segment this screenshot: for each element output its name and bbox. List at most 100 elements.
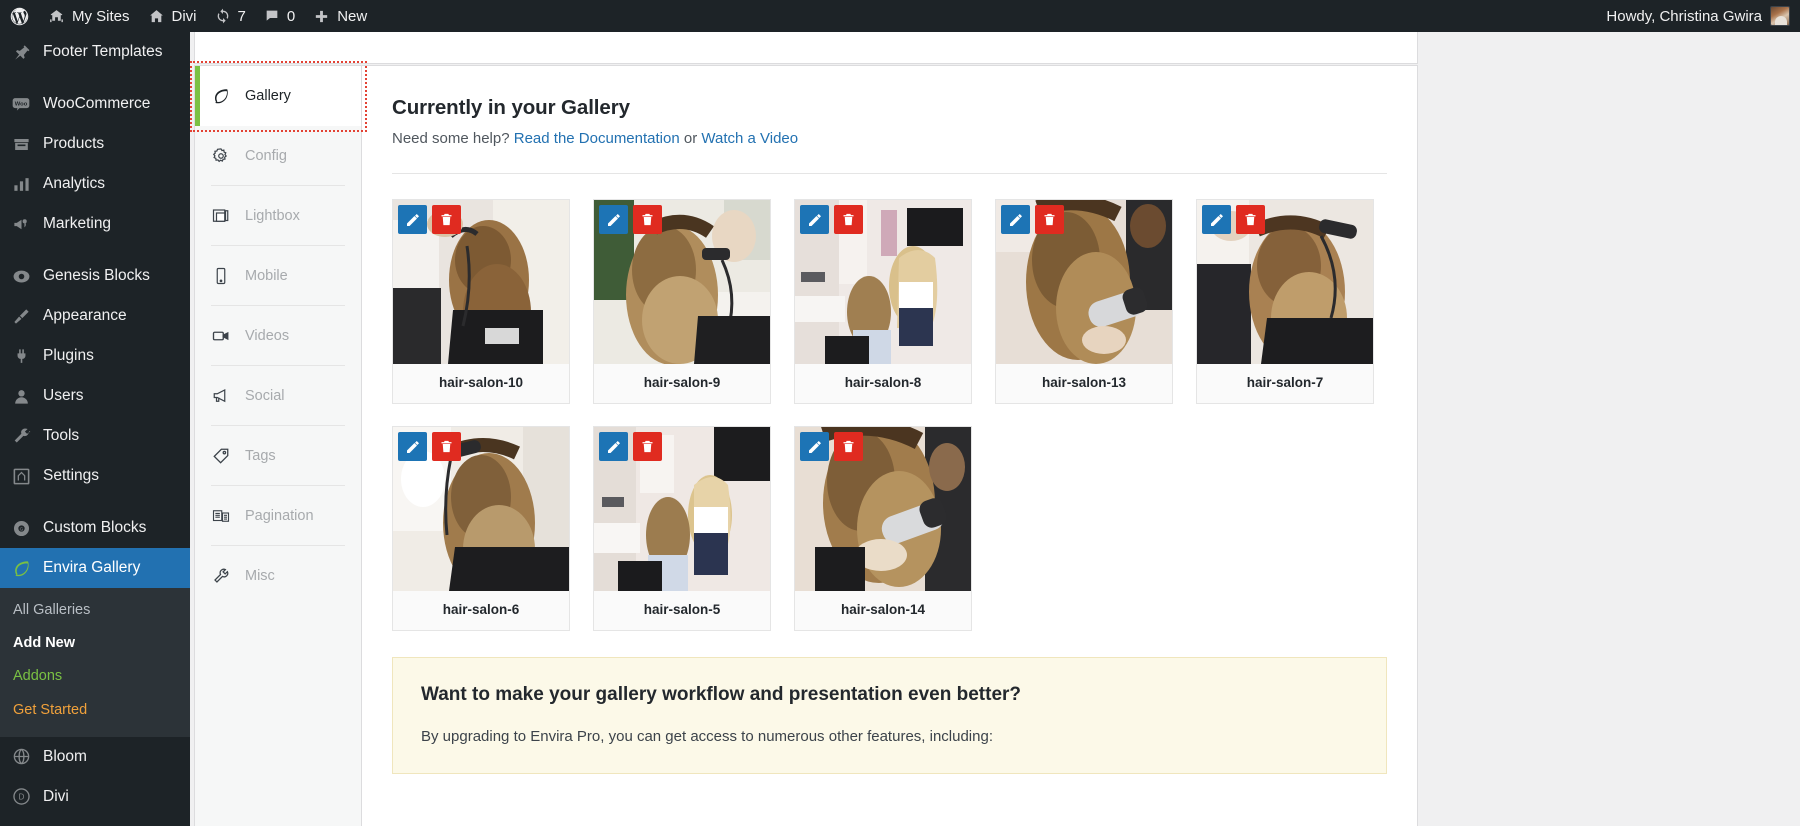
edit-icon[interactable] — [398, 205, 427, 234]
gallery-item[interactable]: hair-salon-8 — [794, 199, 972, 404]
sidebar-separator — [0, 496, 190, 508]
sidebar-subitem-all-galleries[interactable]: All Galleries — [0, 594, 190, 627]
tab-config[interactable]: Config — [195, 126, 361, 186]
sidebar-item-settings[interactable]: Settings — [0, 456, 190, 496]
sidebar-item-plugins[interactable]: Plugins — [0, 336, 190, 376]
trash-icon[interactable] — [432, 432, 461, 461]
gallery-item[interactable]: hair-salon-5 — [593, 426, 771, 631]
adminbar-account[interactable]: Howdy, Christina Gwira — [1606, 6, 1800, 26]
gallery-item[interactable]: hair-salon-10 — [392, 199, 570, 404]
sidebar-subitem-get-started[interactable]: Get Started — [0, 694, 190, 727]
tab-videos[interactable]: Videos — [195, 306, 361, 366]
svg-text:G: G — [19, 526, 23, 532]
edit-icon[interactable] — [1202, 205, 1231, 234]
documentation-link[interactable]: Read the Documentation — [514, 130, 680, 147]
gallery-thumbnail[interactable] — [996, 200, 1172, 364]
watch-video-link[interactable]: Watch a Video — [701, 130, 798, 147]
main-content-area: Gallery Config Lightbox Mobile Videos So… — [190, 32, 1800, 826]
sidebar-item-label: Analytics — [43, 175, 106, 192]
sidebar-item-bloom[interactable]: Bloom — [0, 737, 190, 777]
tab-label: Videos — [245, 328, 290, 344]
envira-leaf-icon — [10, 557, 32, 579]
gallery-item-actions — [800, 205, 863, 234]
gear-icon — [211, 146, 231, 166]
adminbar-new-content[interactable]: New — [304, 0, 376, 32]
adminbar-howdy-label: Howdy, Christina Gwira — [1606, 7, 1762, 25]
sidebar-item-envira-gallery[interactable]: Envira Gallery — [0, 548, 190, 588]
bloom-icon — [10, 746, 32, 768]
trash-icon[interactable] — [432, 205, 461, 234]
page-background — [1428, 32, 1800, 826]
adminbar-my-sites[interactable]: My Sites — [39, 0, 139, 32]
sidebar-item-divi[interactable]: D Divi — [0, 777, 190, 817]
sidebar-item-marketing[interactable]: Marketing — [0, 204, 190, 244]
trash-icon[interactable] — [834, 432, 863, 461]
trash-icon[interactable] — [834, 205, 863, 234]
sidebar-item-analytics[interactable]: Analytics — [0, 164, 190, 204]
edit-icon[interactable] — [599, 205, 628, 234]
trash-icon[interactable] — [633, 432, 662, 461]
sidebar-item-label: Marketing — [43, 215, 112, 232]
edit-icon[interactable] — [599, 432, 628, 461]
gallery-thumbnail[interactable] — [393, 427, 569, 591]
gallery-thumbnail[interactable] — [795, 200, 971, 364]
tab-lightbox[interactable]: Lightbox — [195, 186, 361, 246]
sidebar-item-appearance[interactable]: Appearance — [0, 296, 190, 336]
edit-icon[interactable] — [398, 432, 427, 461]
sidebar-item-users[interactable]: Users — [0, 376, 190, 416]
tab-mobile[interactable]: Mobile — [195, 246, 361, 306]
gallery-item[interactable]: hair-salon-14 — [794, 426, 972, 631]
gallery-item-actions — [599, 205, 662, 234]
edit-icon[interactable] — [1001, 205, 1030, 234]
envira-leaf-icon — [211, 86, 231, 106]
upsell-body: By upgrading to Envira Pro, you can get … — [421, 728, 993, 745]
edit-icon[interactable] — [800, 432, 829, 461]
trash-icon[interactable] — [1236, 205, 1265, 234]
gallery-item[interactable]: hair-salon-6 — [392, 426, 570, 631]
admin-bar: My Sites Divi 7 0 New Howdy, Christina G… — [0, 0, 1800, 32]
sidebar-item-tools[interactable]: Tools — [0, 416, 190, 456]
gallery-item[interactable]: hair-salon-13 — [995, 199, 1173, 404]
sidebar-item-woocommerce[interactable]: Woo WooCommerce — [0, 84, 190, 124]
adminbar-site-name[interactable]: Divi — [139, 0, 206, 32]
tab-pagination[interactable]: Pagination — [195, 486, 361, 546]
adminbar-comments[interactable]: 0 — [255, 0, 304, 32]
sidebar-item-genesis-blocks[interactable]: Genesis Blocks — [0, 256, 190, 296]
lightbox-icon — [211, 206, 231, 226]
gallery-item[interactable]: hair-salon-9 — [593, 199, 771, 404]
gallery-item-caption: hair-salon-6 — [393, 591, 569, 630]
gallery-item-actions — [398, 432, 461, 461]
megaphone-icon — [211, 386, 231, 406]
trash-icon[interactable] — [633, 205, 662, 234]
tab-social[interactable]: Social — [195, 366, 361, 426]
adminbar-site-name-label: Divi — [171, 7, 197, 25]
sidebar-item-footer-templates[interactable]: Footer Templates — [0, 32, 190, 72]
wrench-icon — [211, 566, 231, 586]
tab-label: Lightbox — [245, 208, 300, 224]
sidebar-subitem-add-new[interactable]: Add New — [0, 627, 190, 660]
tab-gallery[interactable]: Gallery — [195, 66, 361, 126]
tab-misc[interactable]: Misc — [195, 546, 361, 606]
adminbar-wordpress-logo[interactable] — [0, 0, 39, 32]
sidebar-subitem-addons[interactable]: Addons — [0, 660, 190, 693]
appearance-icon — [10, 305, 32, 327]
tab-label: Mobile — [245, 268, 288, 284]
adminbar-new-label: New — [337, 7, 368, 25]
gallery-thumbnail[interactable] — [795, 427, 971, 591]
avatar — [1770, 6, 1790, 26]
sidebar-item-products[interactable]: Products — [0, 124, 190, 164]
gallery-thumbnail[interactable] — [393, 200, 569, 364]
sidebar-item-custom-blocks[interactable]: G Custom Blocks — [0, 508, 190, 548]
gallery-item[interactable]: hair-salon-7 — [1196, 199, 1374, 404]
video-icon — [211, 326, 231, 346]
trash-icon[interactable] — [1035, 205, 1064, 234]
edit-icon[interactable] — [800, 205, 829, 234]
adminbar-updates[interactable]: 7 — [206, 0, 255, 32]
gallery-thumbnail[interactable] — [594, 200, 770, 364]
custom-blocks-icon: G — [10, 517, 32, 539]
gallery-thumbnail[interactable] — [1197, 200, 1373, 364]
sidebar-item-label: WooCommerce — [43, 95, 151, 112]
adminbar-updates-count: 7 — [237, 7, 246, 25]
tab-tags[interactable]: Tags — [195, 426, 361, 486]
gallery-thumbnail[interactable] — [594, 427, 770, 591]
